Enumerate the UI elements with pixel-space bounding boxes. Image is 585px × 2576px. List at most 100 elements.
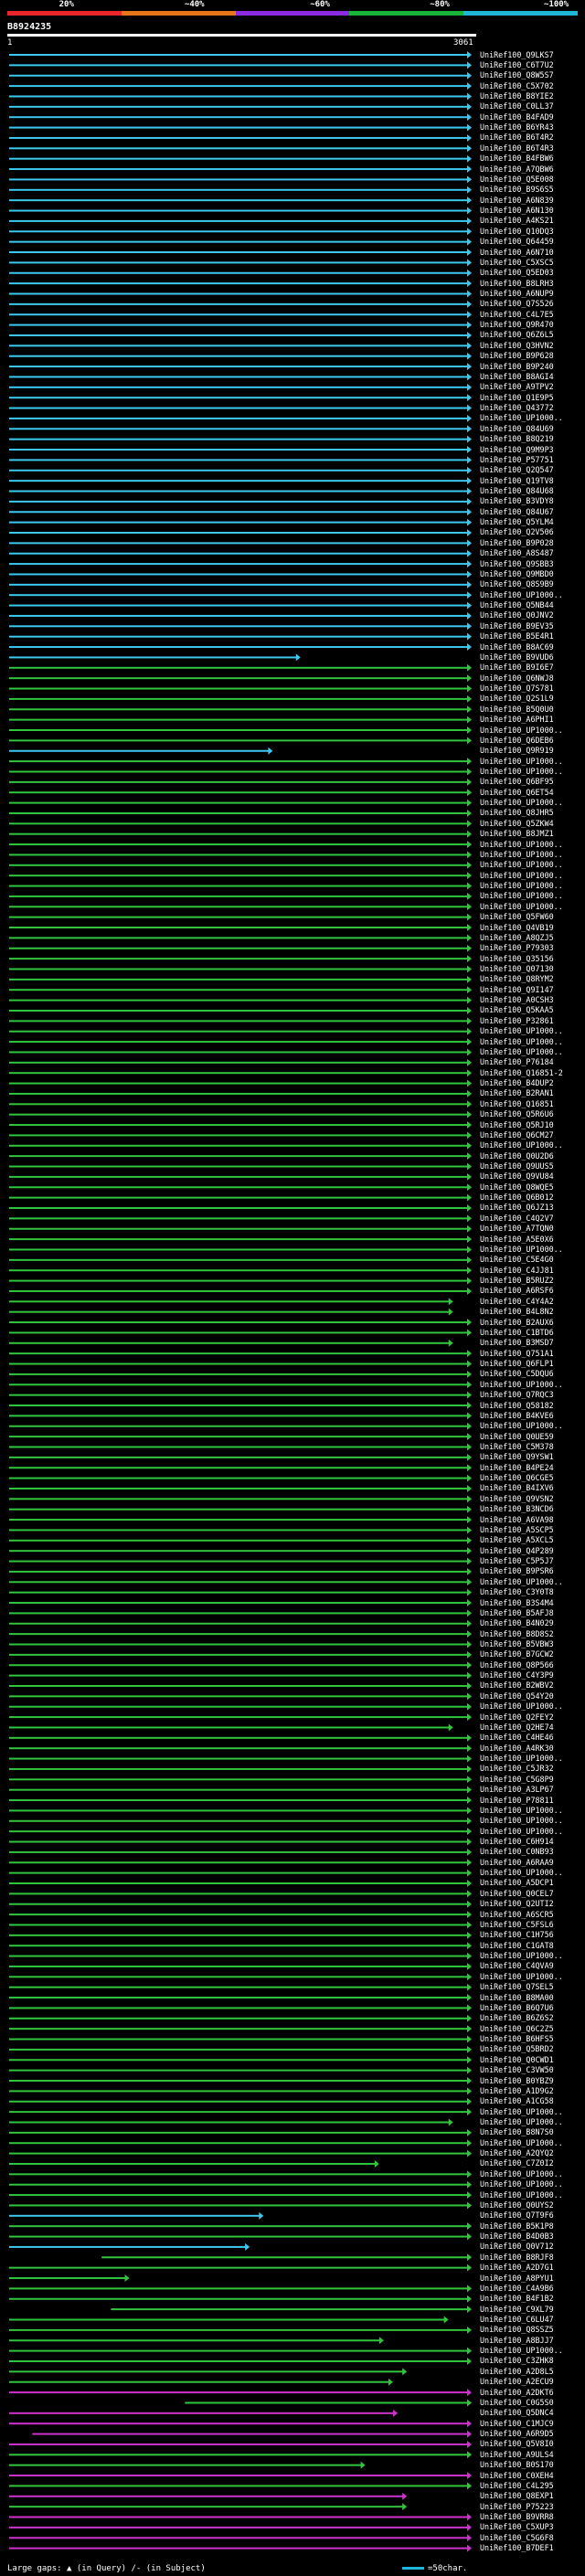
hit-line[interactable] (9, 490, 468, 493)
hit-label[interactable]: UniRef100_B5K1P8 (480, 2221, 585, 2231)
hit-bar[interactable] (9, 1609, 472, 1617)
hit-line[interactable] (9, 1217, 468, 1220)
hit-label[interactable]: UniRef100_Q1E9P5 (480, 393, 585, 403)
hit-label[interactable]: UniRef100_Q8RYM2 (480, 974, 585, 984)
hit-label[interactable]: UniRef100_UP1000.. (480, 1816, 585, 1826)
hit-line[interactable] (9, 1383, 468, 1386)
hit-line[interactable] (9, 1082, 468, 1085)
hit-bar[interactable] (9, 726, 472, 735)
hit-line[interactable] (9, 1892, 468, 1895)
hit-bar[interactable] (9, 1838, 472, 1846)
hit-bar[interactable] (9, 238, 472, 246)
hit-bar[interactable] (9, 2118, 453, 2126)
hit-line[interactable] (9, 542, 468, 545)
hit-bar[interactable] (9, 1952, 472, 1960)
hit-label[interactable]: UniRef100_Q0V712 (480, 2242, 585, 2252)
hit-line[interactable] (9, 1103, 468, 1106)
hit-bar[interactable] (9, 1495, 472, 1503)
hit-line[interactable] (9, 708, 468, 711)
hit-bar[interactable] (9, 1193, 472, 1202)
hit-bar[interactable] (9, 2513, 472, 2521)
hit-bar[interactable] (9, 1994, 472, 2002)
hit-line[interactable] (9, 1945, 468, 1947)
hit-bar[interactable] (9, 1048, 472, 1056)
hit-label[interactable]: UniRef100_UP1000.. (480, 798, 585, 808)
hit-bar[interactable] (9, 133, 472, 142)
hit-bar[interactable] (9, 352, 472, 360)
hit-line[interactable] (9, 1550, 468, 1553)
hit-bar[interactable] (9, 2326, 472, 2334)
hit-line[interactable] (9, 323, 468, 326)
hit-line[interactable] (9, 1747, 468, 1750)
hit-bar[interactable] (9, 1890, 472, 1898)
hit-label[interactable]: UniRef100_A8BJJ7 (480, 2336, 585, 2346)
hit-label[interactable]: UniRef100_UP1000.. (480, 850, 585, 860)
hit-bar[interactable] (9, 154, 472, 163)
hit-line[interactable] (9, 209, 468, 212)
hit-label[interactable]: UniRef100_Q8W5S7 (480, 70, 585, 80)
hit-line[interactable] (9, 718, 468, 721)
hit-line[interactable] (9, 749, 270, 752)
hit-bar[interactable] (9, 1567, 472, 1575)
hit-line[interactable] (9, 1072, 468, 1075)
hit-label[interactable]: UniRef100_C0NB93 (480, 1847, 585, 1857)
hit-label[interactable]: UniRef100_B9I6E7 (480, 663, 585, 673)
hit-label[interactable]: UniRef100_A9TPV2 (480, 382, 585, 392)
hit-line[interactable] (9, 1477, 468, 1479)
hit-bar[interactable] (9, 2004, 472, 2012)
hit-line[interactable] (9, 2121, 450, 2124)
hit-bar[interactable] (9, 404, 472, 412)
hit-bar[interactable] (9, 2492, 408, 2500)
hit-label[interactable]: UniRef100_C5E4G0 (480, 1255, 585, 1265)
hit-line[interactable] (9, 760, 468, 763)
hit-bar[interactable] (9, 955, 472, 963)
hit-bar[interactable] (9, 1681, 472, 1690)
hit-bar[interactable] (9, 373, 472, 381)
hit-line[interactable] (9, 1581, 468, 1584)
hit-label[interactable]: UniRef100_Q751A1 (480, 1349, 585, 1359)
hit-label[interactable]: UniRef100_Q5YLM4 (480, 517, 585, 527)
hit-label[interactable]: UniRef100_C4Y4A2 (480, 1297, 585, 1307)
hit-bar[interactable] (9, 466, 472, 474)
hit-line[interactable] (9, 188, 468, 191)
hit-line[interactable] (9, 240, 468, 243)
hit-bar[interactable] (9, 1360, 472, 1368)
hit-bar[interactable] (9, 1433, 472, 1441)
hit-label[interactable]: UniRef100_P78811 (480, 1796, 585, 1806)
hit-bar[interactable] (9, 611, 472, 620)
hit-label[interactable]: UniRef100_Q07130 (480, 964, 585, 974)
hit-line[interactable] (9, 1664, 468, 1667)
hit-label[interactable]: UniRef100_Q8SSZ5 (480, 2325, 585, 2335)
hit-line[interactable] (9, 801, 468, 804)
hit-label[interactable]: UniRef100_Q16851 (480, 1099, 585, 1109)
hit-line[interactable] (9, 376, 468, 378)
hit-bar[interactable] (9, 249, 472, 257)
hit-label[interactable]: UniRef100_Q5R6U6 (480, 1109, 585, 1119)
hit-bar[interactable] (9, 92, 472, 101)
hit-label[interactable]: UniRef100_P76184 (480, 1057, 585, 1067)
hit-label[interactable]: UniRef100_Q9LKS7 (480, 50, 585, 60)
hit-line[interactable] (9, 1539, 468, 1542)
hit-line[interactable] (9, 573, 468, 576)
hit-bar[interactable] (9, 1484, 472, 1492)
hit-bar[interactable] (9, 1152, 472, 1161)
hit-label[interactable]: UniRef100_Q5BRD2 (480, 2044, 585, 2054)
hit-line[interactable] (9, 1394, 468, 1396)
hit-label[interactable]: UniRef100_Q9UUS5 (480, 1161, 585, 1171)
hit-line[interactable] (9, 1206, 468, 1209)
hit-line[interactable] (9, 1674, 468, 1677)
hit-bar[interactable] (9, 549, 472, 557)
hit-line[interactable] (9, 2069, 468, 2072)
hit-label[interactable]: UniRef100_Q7S526 (480, 299, 585, 309)
hit-bar[interactable] (9, 2232, 472, 2241)
hit-line[interactable] (9, 1726, 450, 1729)
hit-bar[interactable] (9, 560, 472, 568)
hit-line[interactable] (9, 697, 468, 700)
hit-line[interactable] (9, 2495, 404, 2497)
hit-bar[interactable] (9, 934, 472, 942)
hit-label[interactable]: UniRef100_C1H756 (480, 1930, 585, 1940)
hit-bar[interactable] (9, 1246, 472, 1254)
hit-bar[interactable] (9, 2482, 472, 2490)
hit-label[interactable]: UniRef100_A5E0X6 (480, 1235, 585, 1245)
hit-label[interactable]: UniRef100_A8PYU1 (480, 2274, 585, 2284)
